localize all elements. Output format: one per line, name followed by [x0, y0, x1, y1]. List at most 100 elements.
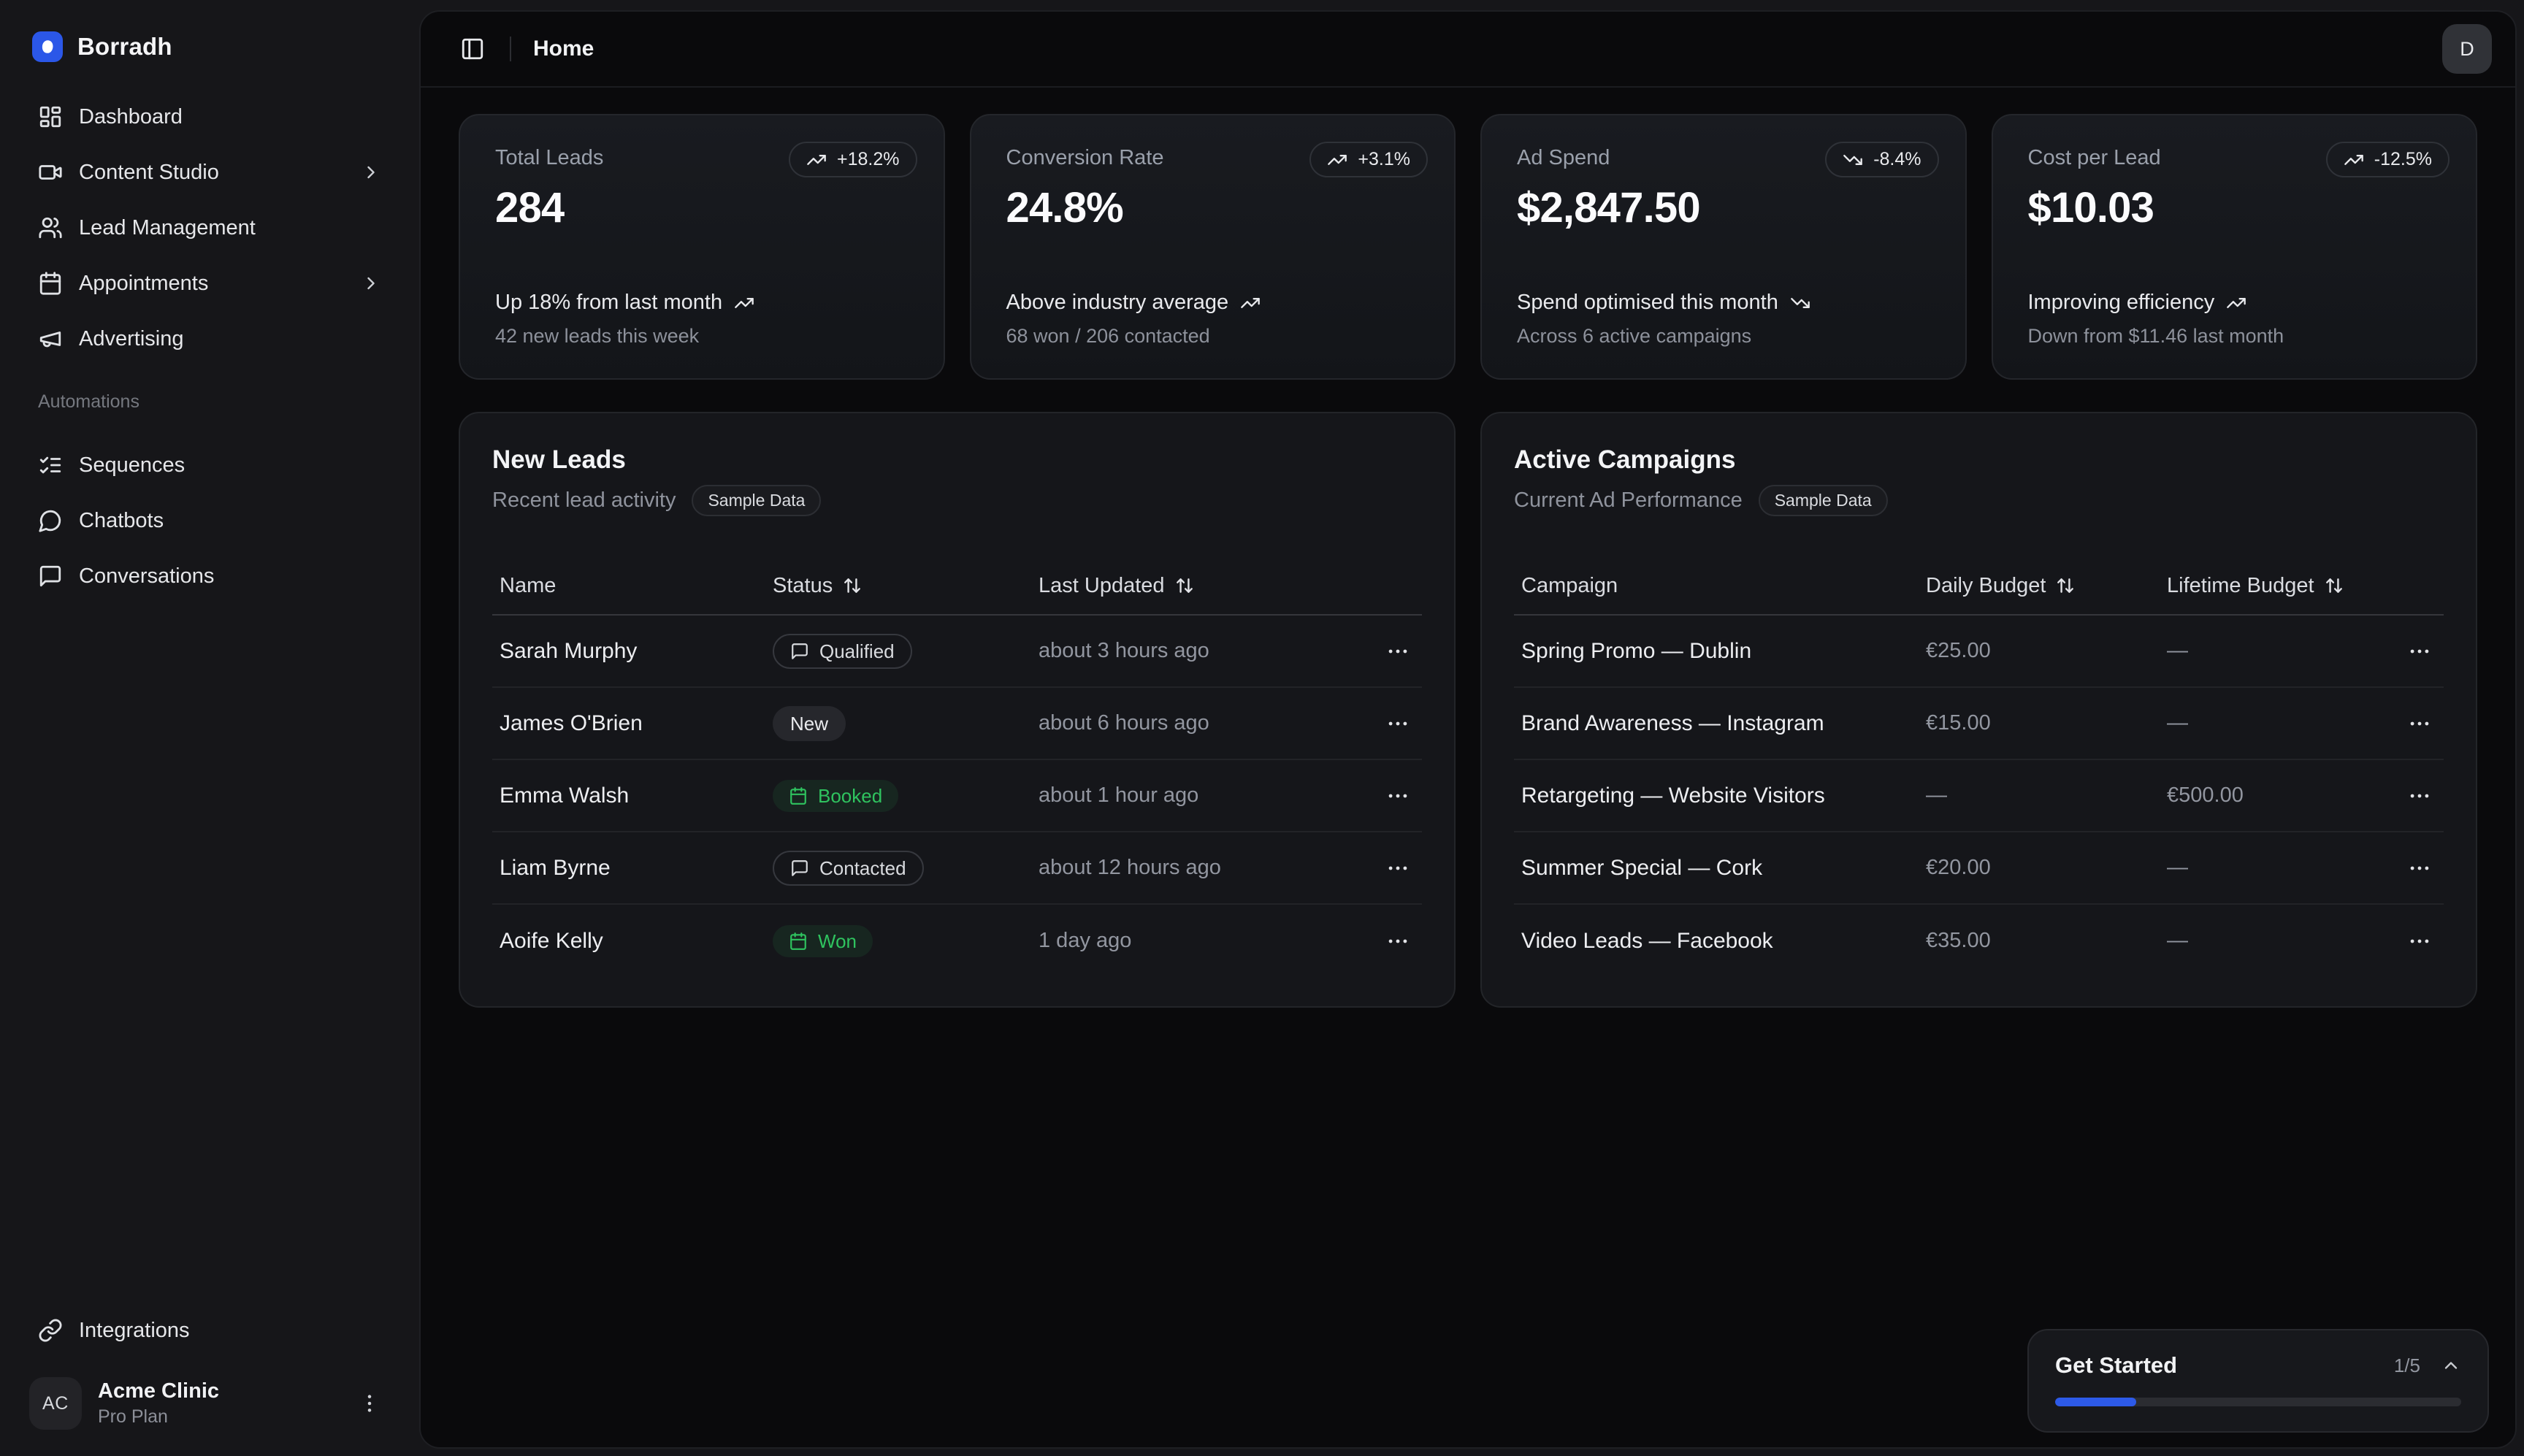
sidebar-item-conversations[interactable]: Conversations: [23, 550, 396, 602]
more-horizontal-icon: [2407, 783, 2432, 808]
sidebar-item-label: Content Studio: [79, 161, 219, 185]
workspace-name: Acme Clinic: [98, 1379, 219, 1403]
user-avatar[interactable]: D: [2442, 24, 2492, 74]
sortable-column-header[interactable]: Lifetime Budget: [2167, 574, 2384, 598]
divider: [510, 37, 511, 61]
sortable-column-header[interactable]: Status: [773, 574, 1039, 598]
message-square-icon: [38, 564, 63, 589]
lifetime-budget: —: [2167, 929, 2384, 953]
dashboard-icon: [38, 104, 63, 129]
card-title: Active Campaigns: [1514, 445, 2444, 475]
row-actions-button[interactable]: [1381, 635, 1415, 668]
sidebar-item-label: Advertising: [79, 327, 183, 351]
sidebar-item-lead-management[interactable]: Lead Management: [23, 202, 396, 254]
row-actions-button[interactable]: [1381, 851, 1415, 885]
stat-value: 284: [495, 183, 909, 232]
daily-budget: —: [1926, 783, 2167, 808]
status-badge: Booked: [773, 780, 898, 812]
daily-budget: €15.00: [1926, 711, 2167, 735]
workspace-menu-button[interactable]: [352, 1386, 387, 1421]
campaign-name: Spring Promo — Dublin: [1521, 639, 1926, 664]
new-leads-card: New Leads Recent lead activity Sample Da…: [459, 412, 1456, 1008]
row-actions-button[interactable]: [2403, 635, 2436, 668]
more-horizontal-icon: [2407, 856, 2432, 881]
trending-up-icon: [2344, 150, 2364, 170]
sortable-column-header[interactable]: Last Updated: [1039, 574, 1362, 598]
more-horizontal-icon: [1385, 711, 1410, 736]
page-title: Home: [533, 37, 594, 61]
calendar-icon: [38, 271, 63, 296]
get-started-widget[interactable]: Get Started 1/5: [2027, 1329, 2489, 1433]
campaign-name: Video Leads — Facebook: [1521, 929, 1926, 954]
last-updated: 1 day ago: [1039, 929, 1362, 953]
lead-name: Aoife Kelly: [500, 929, 773, 954]
collapse-button[interactable]: [2441, 1355, 2461, 1376]
campaigns-table-body: Spring Promo — Dublin €25.00 — Brand Awa…: [1514, 616, 2444, 977]
more-horizontal-icon: [1385, 783, 1410, 808]
table-row: Aoife Kelly Won 1 day ago: [492, 905, 1422, 977]
table-row: James O'Brien New about 6 hours ago: [492, 688, 1422, 760]
row-actions-button[interactable]: [1381, 924, 1415, 958]
row-actions-button[interactable]: [2403, 707, 2436, 740]
video-icon: [38, 160, 63, 185]
stat-detail: Across 6 active campaigns: [1517, 325, 1930, 348]
last-updated: about 3 hours ago: [1039, 639, 1362, 663]
card-title: New Leads: [492, 445, 1422, 475]
brand-button[interactable]: Borradh: [23, 20, 396, 73]
chevron-right-icon: [361, 162, 381, 183]
workspace-switcher[interactable]: AC Acme Clinic Pro Plan: [23, 1368, 396, 1438]
link-icon: [38, 1318, 63, 1343]
sidebar-item-label: Lead Management: [79, 216, 256, 240]
sidebar-item-content-studio[interactable]: Content Studio: [23, 146, 396, 199]
workspace-plan: Pro Plan: [98, 1406, 219, 1428]
table-row: Summer Special — Cork €20.00 —: [1514, 832, 2444, 905]
trending-down-icon: [1790, 293, 1810, 313]
sidebar-item-label: Appointments: [79, 272, 208, 296]
table-row: Liam Byrne Contacted about 12 hours ago: [492, 832, 1422, 905]
tables-grid: New Leads Recent lead activity Sample Da…: [459, 412, 2477, 1008]
campaigns-table: CampaignDaily BudgetLifetime Budget Spri…: [1514, 557, 2444, 977]
sortable-column-header[interactable]: Daily Budget: [1926, 574, 2167, 598]
campaign-name: Retargeting — Website Visitors: [1521, 783, 1926, 808]
sidebar-item-sequences[interactable]: Sequences: [23, 439, 396, 491]
sample-data-badge: Sample Data: [692, 485, 821, 516]
lead-name: Sarah Murphy: [500, 639, 773, 664]
progress-bar: [2055, 1398, 2461, 1406]
sidebar-toggle-button[interactable]: [457, 34, 488, 64]
panel-left-icon: [460, 37, 485, 61]
stat-summary: Improving efficiency: [2028, 291, 2441, 315]
brand-logo-icon: [32, 31, 63, 62]
lifetime-budget: —: [2167, 711, 2384, 735]
progress-fill: [2055, 1398, 2136, 1406]
stat-trend-badge: -12.5%: [2326, 142, 2450, 177]
table-row: Video Leads — Facebook €35.00 —: [1514, 905, 2444, 977]
sidebar-item-chatbots[interactable]: Chatbots: [23, 494, 396, 547]
row-actions-button[interactable]: [1381, 779, 1415, 813]
lifetime-budget: —: [2167, 639, 2384, 663]
sidebar-item-dashboard[interactable]: Dashboard: [23, 91, 396, 143]
sidebar-item-integrations[interactable]: Integrations: [23, 1304, 396, 1357]
row-actions-button[interactable]: [2403, 924, 2436, 958]
calendar-icon: [789, 786, 808, 805]
more-horizontal-icon: [2407, 639, 2432, 664]
table-row: Retargeting — Website Visitors — €500.00: [1514, 760, 2444, 832]
sidebar-nav: Dashboard Content Studio Lead Management Ap…: [23, 91, 396, 365]
sidebar-item-advertising[interactable]: Advertising: [23, 313, 396, 365]
stat-card: Conversion Rate +3.1% 24.8% Above indust…: [970, 114, 1456, 380]
leads-table-header: NameStatusLast Updated: [492, 557, 1422, 616]
last-updated: about 6 hours ago: [1039, 711, 1362, 735]
leads-table: NameStatusLast Updated Sarah Murphy Qual…: [492, 557, 1422, 977]
lifetime-budget: —: [2167, 856, 2384, 880]
sidebar-item-label: Conversations: [79, 564, 214, 589]
sidebar-item-label: Dashboard: [79, 105, 183, 129]
lifetime-budget: €500.00: [2167, 783, 2384, 808]
top-bar: Home D: [421, 12, 2515, 88]
row-actions-button[interactable]: [1381, 707, 1415, 740]
sidebar-item-appointments[interactable]: Appointments: [23, 257, 396, 310]
more-horizontal-icon: [1385, 929, 1410, 954]
dashboard-content: Total Leads +18.2% 284 Up 18% from last …: [421, 88, 2515, 1447]
row-actions-button[interactable]: [2403, 851, 2436, 885]
row-actions-button[interactable]: [2403, 779, 2436, 813]
sort-icon: [2056, 576, 2075, 595]
stat-value: 24.8%: [1006, 183, 1420, 232]
